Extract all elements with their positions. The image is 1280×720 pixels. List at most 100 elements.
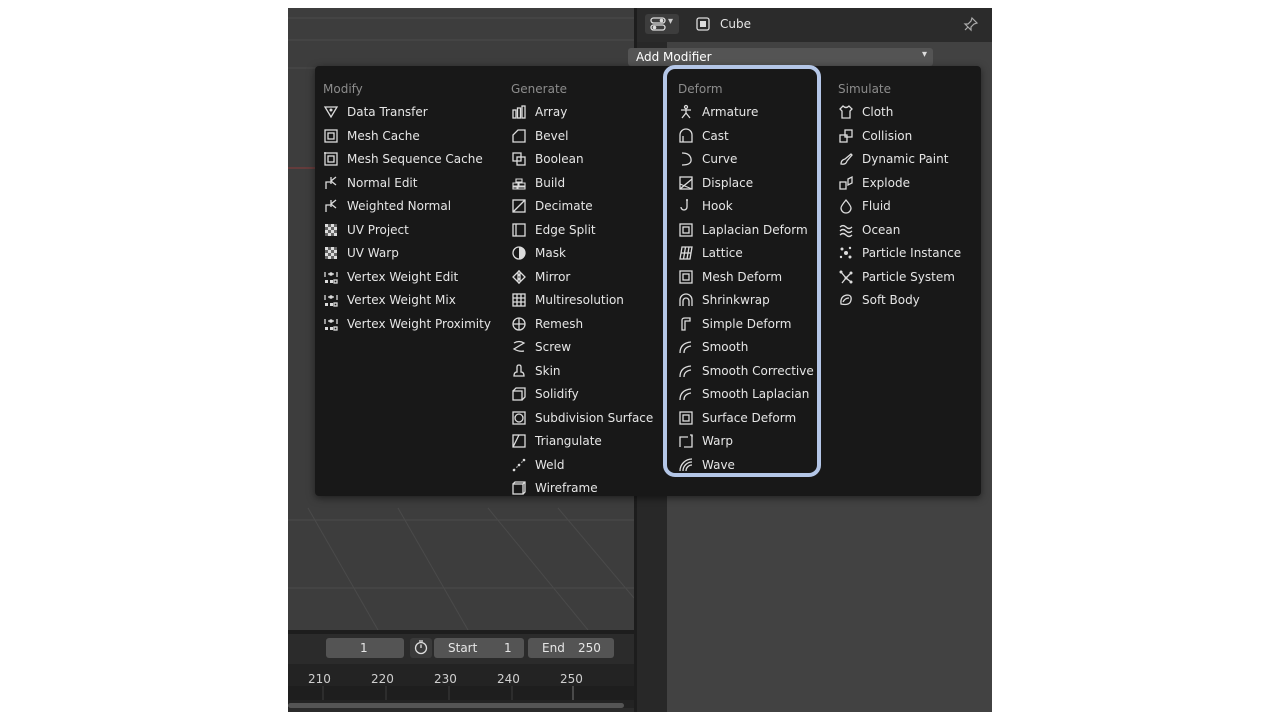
object-name: Cube [720, 17, 751, 31]
timeline: 1 Start 1 End 250 210 220 230 240 250 [288, 634, 634, 712]
collision-icon [838, 128, 854, 144]
menu-item-mesh-sequence-cache[interactable]: Mesh Sequence Cache [323, 148, 483, 170]
menu-item-particle-instance[interactable]: Particle Instance [838, 242, 961, 264]
menu-item-normal-edit[interactable]: Normal Edit [323, 172, 417, 194]
menu-item-build[interactable]: Build [511, 172, 565, 194]
remesh-icon [511, 316, 527, 332]
menu-item-triangulate[interactable]: Triangulate [511, 430, 602, 452]
frame-track [288, 686, 634, 700]
menu-item-fluid[interactable]: Fluid [838, 195, 891, 217]
menu-item-weighted-normal[interactable]: Weighted Normal [323, 195, 451, 217]
bevel-icon [511, 128, 527, 144]
menu-item-label: Remesh [535, 316, 584, 331]
menu-item-mask[interactable]: Mask [511, 242, 566, 264]
menu-item-label: Dynamic Paint [862, 152, 949, 166]
current-frame-field[interactable]: 1 [326, 638, 404, 658]
stopwatch-icon [413, 639, 429, 658]
menu-item-dynamic-paint[interactable]: Dynamic Paint [838, 148, 948, 170]
start-frame-field[interactable]: Start 1 [434, 638, 524, 658]
menu-item-label: Normal Edit [347, 175, 418, 190]
end-value: 250 [578, 641, 601, 655]
preview-range-button[interactable] [410, 638, 432, 658]
boolean-icon [511, 151, 527, 167]
triangulate-icon [511, 433, 527, 449]
fluid-icon [838, 198, 854, 214]
decimate-icon [511, 198, 527, 214]
end-frame-field[interactable]: End 250 [528, 638, 614, 658]
menu-item-label: Explode [862, 175, 910, 190]
menu-item-array[interactable]: Array [511, 101, 567, 123]
menu-item-mirror[interactable]: Mirror [511, 266, 570, 288]
menu-item-data-transfer[interactable]: Data Transfer [323, 101, 428, 123]
menu-item-label: Cloth [862, 105, 894, 119]
menu-item-remesh[interactable]: Remesh [511, 313, 583, 335]
menu-item-vertex-weight-proximity[interactable]: Vertex Weight Proximity [323, 313, 491, 335]
uv-project-icon [323, 222, 339, 238]
menu-item-label: UV Project [347, 222, 409, 237]
menu-item-decimate[interactable]: Decimate [511, 195, 593, 217]
menu-item-boolean[interactable]: Boolean [511, 148, 584, 170]
menu-item-vertex-weight-edit[interactable]: Vertex Weight Edit [323, 266, 458, 288]
timeline-scrollbar[interactable] [288, 703, 624, 708]
menu-item-label: Subdivision Surface [535, 410, 654, 425]
menu-item-solidify[interactable]: Solidify [511, 383, 579, 405]
menu-item-uv-warp[interactable]: UV Warp [323, 242, 399, 264]
menu-item-label: Boolean [535, 152, 584, 166]
chevron-down-icon: ▾ [921, 49, 927, 60]
add-modifier-label: Add Modifier [636, 50, 712, 64]
menu-item-label: UV Warp [347, 246, 399, 260]
mesh-sequence-cache-icon [323, 151, 339, 167]
menu-item-weld[interactable]: Weld [511, 454, 565, 476]
menu-item-label: Mesh Cache [347, 128, 420, 143]
start-value: 1 [504, 641, 512, 655]
build-icon [511, 175, 527, 191]
menu-item-uv-project[interactable]: UV Project [323, 219, 409, 241]
menu-item-cloth[interactable]: Cloth [838, 101, 893, 123]
menu-item-vertex-weight-mix[interactable]: Vertex Weight Mix [323, 289, 456, 311]
end-label: End [542, 641, 565, 655]
menu-item-label: Solidify [535, 387, 579, 401]
start-label: Start [448, 641, 478, 655]
tick-label: 210 [308, 672, 331, 686]
menu-item-collision[interactable]: Collision [838, 125, 912, 147]
menu-item-explode[interactable]: Explode [838, 172, 910, 194]
deform-column-highlight [663, 65, 821, 477]
menu-item-soft-body[interactable]: Soft Body [838, 289, 920, 311]
multiresolution-icon [511, 292, 527, 308]
pin-icon[interactable] [963, 16, 979, 35]
menu-item-subdivision-surface[interactable]: Subdivision Surface [511, 407, 653, 429]
add-modifier-button[interactable]: Add Modifier ▾ [628, 48, 933, 66]
dynamic-paint-icon [838, 151, 854, 167]
properties-header: ▾ Cube [637, 8, 992, 42]
skin-icon [511, 363, 527, 379]
blender-window: 1 Start 1 End 250 210 220 230 240 250 ▾ … [288, 8, 992, 712]
menu-item-label: Decimate [535, 199, 593, 213]
mirror-icon [511, 269, 527, 285]
subdivision-surface-icon [511, 410, 527, 426]
column-header-modify: Modify [323, 82, 363, 96]
menu-item-wireframe[interactable]: Wireframe [511, 477, 598, 499]
screw-icon [511, 339, 527, 355]
menu-item-label: Array [535, 105, 568, 119]
wireframe-icon [511, 480, 527, 496]
uv-warp-icon [323, 245, 339, 261]
menu-item-particle-system[interactable]: Particle System [838, 266, 955, 288]
menu-item-mesh-cache[interactable]: Mesh Cache [323, 125, 420, 147]
frame-ruler[interactable]: 210 220 230 240 250 [288, 664, 634, 708]
current-frame-value: 1 [360, 641, 368, 655]
menu-item-bevel[interactable]: Bevel [511, 125, 568, 147]
menu-item-edge-split[interactable]: Edge Split [511, 219, 596, 241]
weighted-normal-icon [323, 198, 339, 214]
menu-item-label: Particle Instance [862, 246, 962, 260]
menu-item-label: Weighted Normal [347, 199, 452, 213]
menu-item-screw[interactable]: Screw [511, 336, 571, 358]
soft-body-icon [838, 292, 854, 308]
menu-item-label: Vertex Weight Mix [347, 293, 456, 307]
chevron-down-icon: ▾ [668, 16, 674, 27]
menu-item-ocean[interactable]: Ocean [838, 219, 900, 241]
menu-item-multiresolution[interactable]: Multiresolution [511, 289, 624, 311]
menu-item-label: Build [535, 175, 566, 190]
editor-type-button[interactable]: ▾ [645, 14, 679, 34]
menu-item-label: Mesh Sequence Cache [347, 152, 483, 166]
menu-item-skin[interactable]: Skin [511, 360, 561, 382]
